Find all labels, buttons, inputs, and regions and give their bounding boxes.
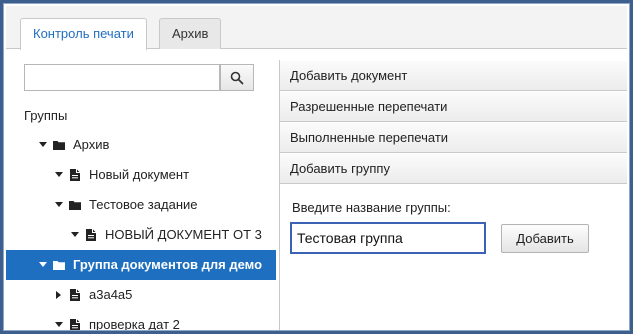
caret-down-icon[interactable] xyxy=(54,160,64,190)
tree-node-label: Группа документов для демо xyxy=(73,257,263,272)
document-icon xyxy=(85,220,97,250)
folder-icon xyxy=(69,190,81,220)
tree-node-label: проверка дат 2 xyxy=(89,317,180,330)
groups-heading: Группы xyxy=(24,108,68,123)
tree-node[interactable]: проверка дат 2 xyxy=(6,310,276,330)
tab-archive[interactable]: Архив xyxy=(159,18,222,49)
search-input[interactable] xyxy=(24,64,220,91)
caret-down-icon[interactable] xyxy=(70,220,80,250)
caret-down-icon[interactable] xyxy=(54,190,64,220)
document-icon xyxy=(69,160,81,190)
document-icon xyxy=(69,310,81,330)
caret-down-icon[interactable] xyxy=(54,310,64,330)
tree-node[interactable]: Тестовое задание xyxy=(6,190,276,220)
tree-node[interactable]: a3a4a5 xyxy=(6,280,276,310)
accordion-add-group[interactable]: Добавить группу xyxy=(280,153,627,184)
caret-down-icon[interactable] xyxy=(38,250,48,280)
add-group-form: Введите название группы: Добавить xyxy=(280,184,627,329)
tree-node[interactable]: НОВЫЙ ДОКУМЕНТ ОТ 3 xyxy=(6,220,276,250)
folder-icon xyxy=(53,130,65,160)
tree-node-label: Тестовое задание xyxy=(89,197,198,212)
app-window: Контроль печати Архив Группы Архив Новый … xyxy=(0,0,633,334)
caret-down-icon[interactable] xyxy=(38,130,48,160)
tab-bar: Контроль печати Архив xyxy=(6,6,627,50)
tree-node[interactable]: Группа документов для демо xyxy=(6,250,276,280)
tree-node-label: НОВЫЙ ДОКУМЕНТ ОТ 3 xyxy=(105,227,262,242)
tree-node[interactable]: Архив xyxy=(6,130,276,160)
caret-right-icon[interactable] xyxy=(54,280,64,310)
tree-node-label: a3a4a5 xyxy=(89,287,133,302)
right-panel: Добавить документ Разрешенные перепечати… xyxy=(279,60,627,330)
document-icon xyxy=(69,280,81,310)
search-button[interactable] xyxy=(220,64,254,91)
left-panel: Группы Архив Новый документ Тестовое задан… xyxy=(6,50,276,330)
folder-icon xyxy=(53,250,65,280)
add-group-button[interactable]: Добавить xyxy=(501,224,589,253)
tree-node-label: Новый документ xyxy=(89,167,190,182)
tab-print-control[interactable]: Контроль печати xyxy=(20,18,147,50)
tree-node[interactable]: Новый документ xyxy=(6,160,276,190)
group-name-prompt: Введите название группы: xyxy=(292,200,451,215)
groups-tree: Архив Новый документ Тестовое задание НОВЫЙ… xyxy=(6,130,276,330)
search-icon xyxy=(230,71,244,84)
accordion-allowed-reprints[interactable]: Разрешенные перепечати xyxy=(280,91,627,122)
accordion-add-document[interactable]: Добавить документ xyxy=(280,60,627,91)
group-name-input[interactable] xyxy=(290,222,486,254)
tree-node-label: Архив xyxy=(73,137,110,152)
accordion-completed-reprints[interactable]: Выполненные перепечати xyxy=(280,122,627,153)
